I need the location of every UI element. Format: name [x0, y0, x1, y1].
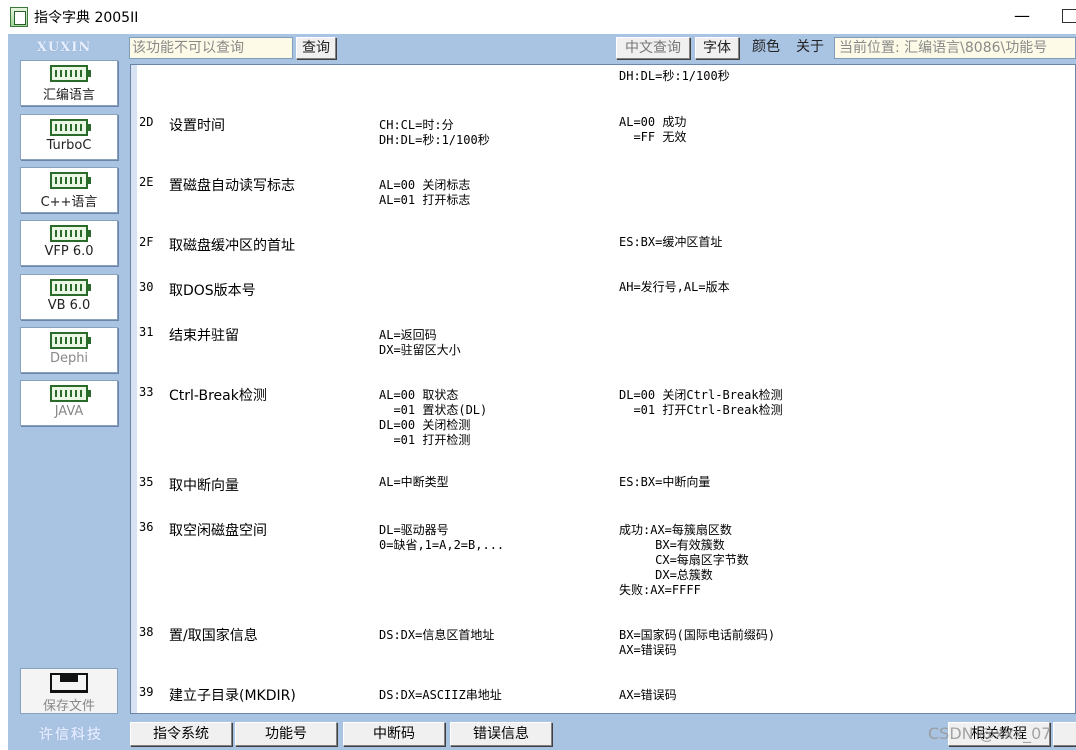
- function-table: DH:DL=秒:1/100秒 2D 设置时间 CH:CL=时:分 DH:DL=秒…: [130, 64, 1076, 714]
- sidebar-item-java[interactable]: JAVA: [20, 380, 118, 426]
- save-file-button[interactable]: 保存文件: [20, 668, 118, 714]
- search-input[interactable]: 该功能不可以查询: [129, 37, 293, 59]
- window-title: 指令字典 2005II: [34, 10, 139, 26]
- sidebar-item-vfp[interactable]: VFP 6.0: [20, 220, 118, 266]
- row-output: DH:DL=秒:1/100秒: [619, 69, 730, 83]
- tab-error-info[interactable]: 错误信息: [450, 722, 552, 746]
- sidebar-item-label: 汇编语言: [42, 88, 95, 103]
- row-name: 取DOS版本号: [169, 283, 256, 299]
- row-name: 结束并驻留: [169, 328, 239, 344]
- sidebar-item-label: Dephi: [49, 351, 89, 366]
- row-input: DS:DX=ASCIIZ串地址: [379, 688, 502, 702]
- tab-instruction-set[interactable]: 指令系统: [130, 722, 232, 746]
- chinese-query-button[interactable]: 中文查询: [616, 37, 690, 59]
- sidebar-item-label: C++语言: [40, 195, 98, 210]
- query-button[interactable]: 查询: [296, 37, 336, 59]
- row-output: BX=国家码(国际电话前缀码) AX=错误码: [619, 628, 776, 657]
- circuit-card-icon: [50, 172, 91, 189]
- row-output: AH=发行号,AL=版本: [619, 280, 730, 294]
- row-input: AL=00 取状态 =01 置状态(DL) DL=00 关闭检测 =01 打开检…: [379, 388, 488, 447]
- row-name: 取中断向量: [169, 478, 239, 494]
- floppy-disk-icon: [50, 673, 88, 693]
- row-output: ES:BX=中断向量: [619, 475, 711, 489]
- circuit-card-icon: [50, 225, 91, 242]
- app-frame: XUXIN 该功能不可以查询 查询 中文查询 字体 颜色 关于 当前位置: 汇编…: [8, 34, 1076, 750]
- row-code: 35: [139, 475, 154, 489]
- circuit-card-icon: [50, 119, 91, 136]
- sidebar-item-turboc[interactable]: TurboC: [20, 114, 118, 160]
- content-left-edge: [131, 65, 137, 713]
- sidebar-item-assembly[interactable]: 汇编语言: [20, 60, 118, 106]
- row-code: 2D: [139, 115, 154, 129]
- location-display: 当前位置: 汇编语言\8086\功能号: [834, 37, 1076, 59]
- row-input: AL=中断类型: [379, 475, 449, 489]
- sidebar-item-label: VFP 6.0: [44, 244, 94, 259]
- sidebar-item-cpp[interactable]: C++语言: [20, 167, 118, 213]
- row-code: 39: [139, 685, 154, 699]
- extra-button[interactable]: [1053, 722, 1076, 746]
- title-bar: 指令字典 2005II —: [0, 0, 1076, 34]
- sidebar-item-label: TurboC: [46, 138, 92, 153]
- row-name: 置磁盘自动读写标志: [169, 178, 295, 194]
- row-code: 33: [139, 385, 154, 399]
- circuit-card-icon: [50, 279, 91, 296]
- row-input: DS:DX=信息区首地址: [379, 628, 495, 642]
- tab-function-number[interactable]: 功能号: [235, 722, 337, 746]
- row-output: AL=00 成功 =FF 无效: [619, 115, 687, 144]
- maximize-button[interactable]: [1062, 9, 1076, 23]
- tab-interrupt-code[interactable]: 中断码: [343, 722, 445, 746]
- minimize-button[interactable]: —: [1010, 6, 1034, 28]
- row-output: 成功:AX=每簇扇区数 BX=有效簇数 CX=每扇区字节数 DX=总簇数 失败:…: [619, 523, 749, 597]
- related-tutorial-button[interactable]: 相关教程: [948, 722, 1050, 746]
- row-code: 31: [139, 325, 154, 339]
- row-input: AL=返回码 DX=驻留区大小: [379, 328, 461, 357]
- row-name: 取磁盘缓冲区的首址: [169, 238, 295, 254]
- row-input: AL=00 关闭标志 AL=01 打开标志: [379, 178, 471, 207]
- sidebar-item-label: JAVA: [54, 404, 84, 419]
- row-output: DL=00 关闭Ctrl-Break检测 =01 打开Ctrl-Break检测: [619, 388, 783, 417]
- row-name: 建立子目录(MKDIR): [169, 688, 296, 704]
- row-code: 2E: [139, 175, 154, 189]
- row-name: 设置时间: [169, 118, 225, 134]
- row-name: 置/取国家信息: [169, 628, 258, 644]
- sidebar-item-label: VB 6.0: [47, 298, 91, 313]
- color-button[interactable]: 颜色: [746, 37, 786, 59]
- row-code: 30: [139, 280, 154, 294]
- sidebar-item-dephi[interactable]: Dephi: [20, 327, 118, 373]
- brand-logo-bottom: 许信科技: [39, 727, 103, 743]
- row-code: 2F: [139, 235, 154, 249]
- row-output: AX=错误码: [619, 688, 677, 702]
- sidebar-item-vb[interactable]: VB 6.0: [20, 274, 118, 320]
- row-code: 36: [139, 520, 154, 534]
- row-code: 38: [139, 625, 154, 639]
- circuit-card-icon: [50, 385, 91, 402]
- circuit-card-icon: [50, 65, 91, 82]
- font-button[interactable]: 字体: [695, 37, 739, 59]
- app-icon: [10, 7, 28, 27]
- circuit-card-icon: [50, 332, 91, 349]
- brand-logo-top: XUXIN: [36, 40, 92, 55]
- row-name: Ctrl-Break检测: [169, 388, 267, 404]
- row-output: ES:BX=缓冲区首址: [619, 235, 723, 249]
- row-name: 取空闲磁盘空间: [169, 523, 267, 539]
- row-input: CH:CL=时:分 DH:DL=秒:1/100秒: [379, 118, 490, 147]
- about-button[interactable]: 关于: [790, 37, 830, 59]
- save-file-label: 保存文件: [42, 699, 95, 714]
- row-input: DL=驱动器号 0=缺省,1=A,2=B,...: [379, 523, 505, 552]
